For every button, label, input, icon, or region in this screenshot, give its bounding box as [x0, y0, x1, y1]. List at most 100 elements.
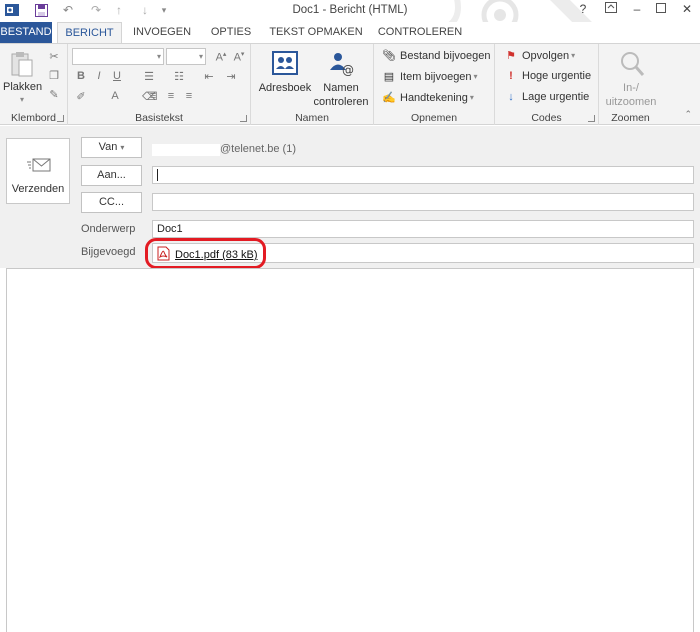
signature-icon: ✍: [382, 92, 396, 104]
group-label-zoomen: Zoomen: [611, 112, 650, 124]
tab-opties[interactable]: OPTIES: [203, 22, 259, 43]
paste-button[interactable]: Plakken ▾: [3, 49, 42, 104]
align-right-icon[interactable]: ≡: [182, 90, 196, 104]
group-label-basistekst: Basistekst: [135, 112, 183, 124]
grow-font-icon[interactable]: A▴: [214, 50, 228, 64]
high-importance-label: Hoge urgentie: [522, 70, 592, 82]
follow-up-label: Opvolgen: [522, 49, 570, 62]
flag-icon: ⚑: [506, 50, 516, 62]
check-names-icon: @: [330, 53, 354, 76]
group-label-namen: Namen: [295, 112, 329, 124]
message-body[interactable]: [6, 268, 694, 632]
attach-item-icon: ▤: [383, 71, 395, 83]
tab-bericht[interactable]: BERICHT: [57, 22, 122, 44]
subject-field[interactable]: Doc1: [152, 220, 694, 238]
paste-dropdown-icon: ▾: [19, 95, 24, 104]
group-opnemen: 📎︎ Bestand bijvoegen ▤ Item bijvoegen ▾ …: [374, 44, 495, 125]
increase-indent-icon[interactable]: ⇥: [224, 70, 238, 84]
font-color-icon[interactable]: A: [108, 90, 122, 104]
ribbon: Plakken ▾ ✂ ❐ ✎ Klembord ▾ ▾ A▴ A▾ B I U…: [0, 43, 700, 125]
group-klembord: Plakken ▾ ✂ ❐ ✎ Klembord: [0, 44, 68, 125]
align-center-icon[interactable]: ≡: [164, 90, 178, 104]
font-size-combo[interactable]: ▾: [166, 48, 206, 65]
follow-up-button[interactable]: ⚑ Opvolgen ▾: [503, 49, 576, 63]
tab-controleren[interactable]: CONTROLEREN: [374, 22, 466, 43]
title-bar: ↶ ↷ ↑ ↓ ▾ Doc1 - Bericht (HTML) ? – ✕: [0, 0, 700, 22]
codes-launcher-icon[interactable]: [588, 115, 595, 122]
message-header: Verzenden Van ▾ @telenet.be (1) Aan... C…: [0, 126, 700, 268]
paperclip-icon: 📎︎: [382, 50, 396, 62]
bullets-icon[interactable]: ☰: [142, 70, 156, 84]
basistekst-launcher-icon[interactable]: [240, 115, 247, 122]
to-field[interactable]: [152, 166, 694, 184]
paste-icon: [11, 52, 33, 77]
group-label-codes: Codes: [531, 112, 562, 124]
send-button[interactable]: Verzenden: [6, 138, 70, 204]
signature-dropdown-icon: ▾: [469, 93, 474, 102]
tab-bestand[interactable]: BESTAND: [0, 22, 52, 43]
low-importance-button[interactable]: ↓ Lage urgentie: [503, 91, 589, 103]
align-left-icon[interactable]: ≡: [146, 90, 160, 104]
svg-text:@: @: [342, 63, 354, 76]
underline-icon[interactable]: U: [110, 70, 124, 84]
high-importance-button[interactable]: ! Hoge urgentie: [503, 70, 591, 82]
highlight-color-icon[interactable]: ✐: [74, 90, 88, 104]
group-zoomen: In-/ uitzoomen Zoomen: [599, 44, 662, 125]
cc-field[interactable]: [152, 193, 694, 211]
attach-file-label: Bestand bijvoegen: [400, 49, 491, 62]
tab-invoegen[interactable]: INVOEGEN: [127, 22, 197, 43]
attach-file-button[interactable]: 📎︎ Bestand bijvoegen: [381, 49, 491, 63]
attached-label: Bijgevoegd: [81, 246, 136, 258]
signature-label: Handtekening: [400, 91, 468, 104]
numbering-icon[interactable]: ☷: [172, 70, 186, 84]
from-button[interactable]: Van ▾: [81, 137, 142, 158]
ribbon-tabs: BESTAND BERICHT INVOEGEN OPTIES TEKST OP…: [0, 22, 700, 44]
send-label: Verzenden: [11, 183, 65, 195]
down-arrow-icon: ↓: [508, 91, 514, 103]
shrink-font-icon[interactable]: A▾: [232, 50, 246, 64]
check-names-button[interactable]: @ Namen controleren: [312, 48, 370, 108]
address-book-button[interactable]: Adresboek: [255, 48, 315, 102]
window-title: Doc1 - Bericht (HTML): [292, 4, 408, 16]
send-envelope-icon: [27, 158, 51, 172]
from-button-label: Van: [98, 141, 118, 153]
group-basistekst: ▾ ▾ A▴ A▾ B I U ☰ ☷ ⇤ ⇥ ✐ A ⌫ ≡ ≡ ≡ Basi…: [68, 44, 251, 125]
zoom-label-2: uitzoomen: [605, 96, 657, 108]
zoom-icon: [621, 52, 645, 76]
check-names-label-2: controleren: [313, 96, 369, 108]
attachment-highlight-annotation: [145, 238, 266, 269]
signature-button[interactable]: ✍ Handtekening ▾: [381, 91, 474, 105]
help-button[interactable]: ?: [572, 2, 594, 18]
address-book-label: Adresboek: [258, 82, 312, 94]
cc-button[interactable]: CC...: [81, 192, 142, 213]
attach-item-button[interactable]: ▤ Item bijvoegen ▾: [381, 70, 478, 84]
decrease-indent-icon[interactable]: ⇤: [202, 70, 216, 84]
address-book-icon: [272, 51, 298, 75]
tab-tekst-opmaken[interactable]: TEKST OPMAKEN: [266, 22, 366, 43]
low-importance-label: Lage urgentie: [522, 91, 590, 103]
italic-icon[interactable]: I: [92, 70, 106, 84]
zoom-label-1: In-/: [623, 82, 639, 94]
from-address: @telenet.be (1): [220, 143, 296, 155]
ribbon-display-icon[interactable]: [600, 2, 622, 18]
follow-up-dropdown-icon: ▾: [571, 51, 576, 60]
group-codes: ⚑ Opvolgen ▾ ! Hoge urgentie ↓ Lage urge…: [495, 44, 599, 125]
bold-icon[interactable]: B: [74, 70, 88, 84]
attach-item-label: Item bijvoegen: [400, 70, 472, 83]
minimize-button[interactable]: –: [626, 2, 648, 18]
group-namen: Adresboek @ Namen controleren Namen: [251, 44, 374, 125]
close-button[interactable]: ✕: [676, 2, 698, 18]
copy-icon[interactable]: ❐: [47, 69, 61, 83]
subject-label: Onderwerp: [81, 223, 136, 235]
format-painter-icon[interactable]: ✎: [47, 88, 61, 102]
font-family-combo[interactable]: ▾: [72, 48, 164, 65]
attach-item-dropdown-icon: ▾: [473, 72, 478, 81]
restore-icon[interactable]: [650, 2, 672, 18]
klembord-launcher-icon[interactable]: [57, 115, 64, 122]
text-cursor: [157, 169, 158, 182]
zoom-button[interactable]: In-/ uitzoomen: [601, 48, 661, 108]
to-button[interactable]: Aan...: [81, 165, 142, 186]
exclamation-icon: !: [509, 70, 513, 82]
collapse-ribbon-icon[interactable]: ⌃: [684, 109, 692, 120]
cut-icon[interactable]: ✂: [47, 50, 61, 64]
